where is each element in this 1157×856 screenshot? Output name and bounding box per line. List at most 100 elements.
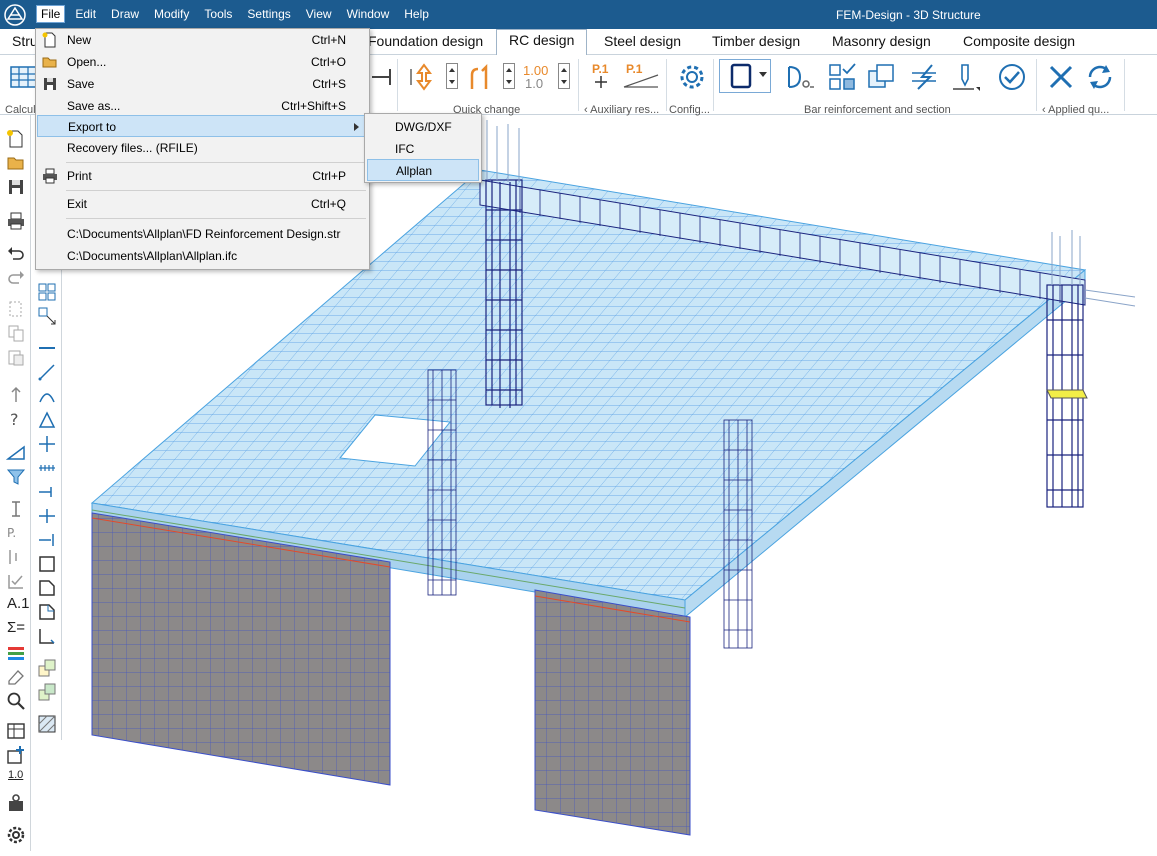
region-cut-icon[interactable] [37,602,57,622]
snap-icon[interactable] [37,306,57,326]
copy-icon[interactable] [6,323,26,343]
diagonal-line-icon[interactable] [37,362,57,382]
cross-point-icon[interactable] [37,434,57,454]
new-file-icon[interactable] [6,129,26,149]
ribbon-group-applied: ‹ Applied qu... [1042,104,1110,116]
open-folder-icon [42,57,57,68]
grid-icon[interactable] [37,282,57,302]
bar-number-icon[interactable] [466,61,498,93]
move-object-icon[interactable] [37,682,57,702]
aux-p1-label[interactable]: P.1 [592,62,608,76]
section-shape-dropdown[interactable] [719,59,771,93]
delete-x-icon[interactable] [1045,61,1077,93]
offset-icon[interactable] [37,530,57,550]
undo-icon[interactable] [6,243,26,263]
new-file-icon [42,32,56,48]
save-icon[interactable] [6,177,26,197]
copy-section-icon[interactable] [866,61,898,93]
rectangle-icon[interactable] [37,554,57,574]
pen-icon[interactable] [950,61,982,93]
menu-item-print[interactable]: Print Ctrl+P [37,165,368,187]
title-bar: File Edit Draw Modify Tools Settings Vie… [0,0,1157,29]
menu-item-new[interactable]: New Ctrl+N [37,29,368,51]
weight-icon[interactable] [6,793,26,813]
color-layers-icon[interactable] [6,643,26,663]
dimension-icon[interactable] [6,547,26,567]
menu-item-open[interactable]: Open... Ctrl+O [37,51,368,73]
extend-icon[interactable] [37,482,57,502]
shear-reinforcement-icon[interactable] [908,61,940,93]
factor-spinner[interactable] [558,63,570,89]
check-level-icon[interactable] [6,571,26,591]
up-arrow-icon[interactable] [6,385,26,405]
hatch-icon[interactable] [37,714,57,734]
recent-file-2[interactable]: C:\Documents\Allplan\Allplan.ifc [37,245,368,267]
menu-edit[interactable]: Edit [70,5,101,23]
export-allplan[interactable]: Allplan [367,159,479,181]
menu-item-label: Print [67,169,92,183]
menu-modify[interactable]: Modify [149,5,194,23]
menu-tools[interactable]: Tools [199,5,237,23]
redo-icon[interactable] [6,267,26,287]
tab-timber-design[interactable]: Timber design [712,33,800,55]
menu-item-label: Exit [67,197,88,211]
export-ifc[interactable]: IFC [367,138,479,160]
region-icon[interactable] [37,578,57,598]
menu-item-save-as[interactable]: Save as... Ctrl+Shift+S [37,95,368,117]
check-icon[interactable] [996,61,1028,93]
refresh-icon[interactable] [1084,61,1116,93]
cut-icon[interactable] [6,299,26,319]
zoom-icon[interactable] [6,691,26,711]
label-sum[interactable]: Σ= [7,619,25,636]
settings-gear-icon[interactable] [6,825,26,845]
plane-icon[interactable] [6,443,26,463]
tab-composite-design[interactable]: Composite design [963,33,1075,55]
menu-window[interactable]: Window [342,5,395,23]
recent-file-1[interactable]: C:\Documents\Allplan\FD Reinforcement De… [37,223,368,245]
label-1-0[interactable]: 1.0 [8,769,23,781]
menu-help[interactable]: Help [399,5,434,23]
menu-draw[interactable]: Draw [106,5,144,23]
app-logo-icon[interactable] [4,4,26,26]
filter-icon[interactable] [6,467,26,487]
paste-icon[interactable] [6,347,26,367]
spacing-change-icon[interactable] [408,61,440,93]
label-a1[interactable]: A.1 [7,595,30,612]
gear-icon[interactable] [676,61,708,93]
distribute-icon[interactable] [37,458,57,478]
eraser-icon[interactable] [6,667,26,687]
menu-item-export-to[interactable]: Export to [37,115,368,137]
menu-view[interactable]: View [301,5,337,23]
bar-end-icon[interactable] [368,61,400,93]
tab-foundation-design[interactable]: Foundation design [368,33,483,55]
copy-object-icon[interactable] [37,658,57,678]
menu-item-label: Export to [68,120,117,134]
text-cursor-icon[interactable] [6,499,26,519]
tab-steel-design[interactable]: Steel design [604,33,681,55]
print-icon[interactable] [6,211,26,231]
line-icon[interactable] [37,338,57,358]
menu-item-save[interactable]: Save Ctrl+S [37,73,368,95]
insert-icon[interactable] [6,745,26,765]
spacing-spinner[interactable] [446,63,458,89]
open-folder-icon[interactable] [6,153,26,173]
pt-icon[interactable]: P. [6,523,26,543]
menu-file[interactable]: File [36,5,66,23]
menu-item-recovery-files[interactable]: Recovery files... (RFILE) [37,137,368,159]
trim-icon[interactable] [37,506,57,526]
axis-icon[interactable] [37,626,57,646]
menu-settings[interactable]: Settings [242,5,295,23]
recent-file-path: C:\Documents\Allplan\FD Reinforcement De… [67,227,341,241]
tab-rc-design[interactable]: RC design [496,29,588,56]
bar-shape-icon[interactable] [784,61,816,93]
arc-icon[interactable] [37,386,57,406]
triangle-icon[interactable] [37,410,57,430]
menu-item-exit[interactable]: Exit Ctrl+Q [37,193,368,215]
help-query-icon[interactable]: ? [6,409,26,429]
table-icon[interactable] [6,721,26,741]
checklist-icon[interactable] [826,61,858,93]
tab-masonry-design[interactable]: Masonry design [832,33,931,55]
export-dwg-dxf[interactable]: DWG/DXF [367,116,479,138]
bar-number-spinner[interactable] [503,63,515,89]
tab-structure[interactable]: Stru [12,33,38,55]
